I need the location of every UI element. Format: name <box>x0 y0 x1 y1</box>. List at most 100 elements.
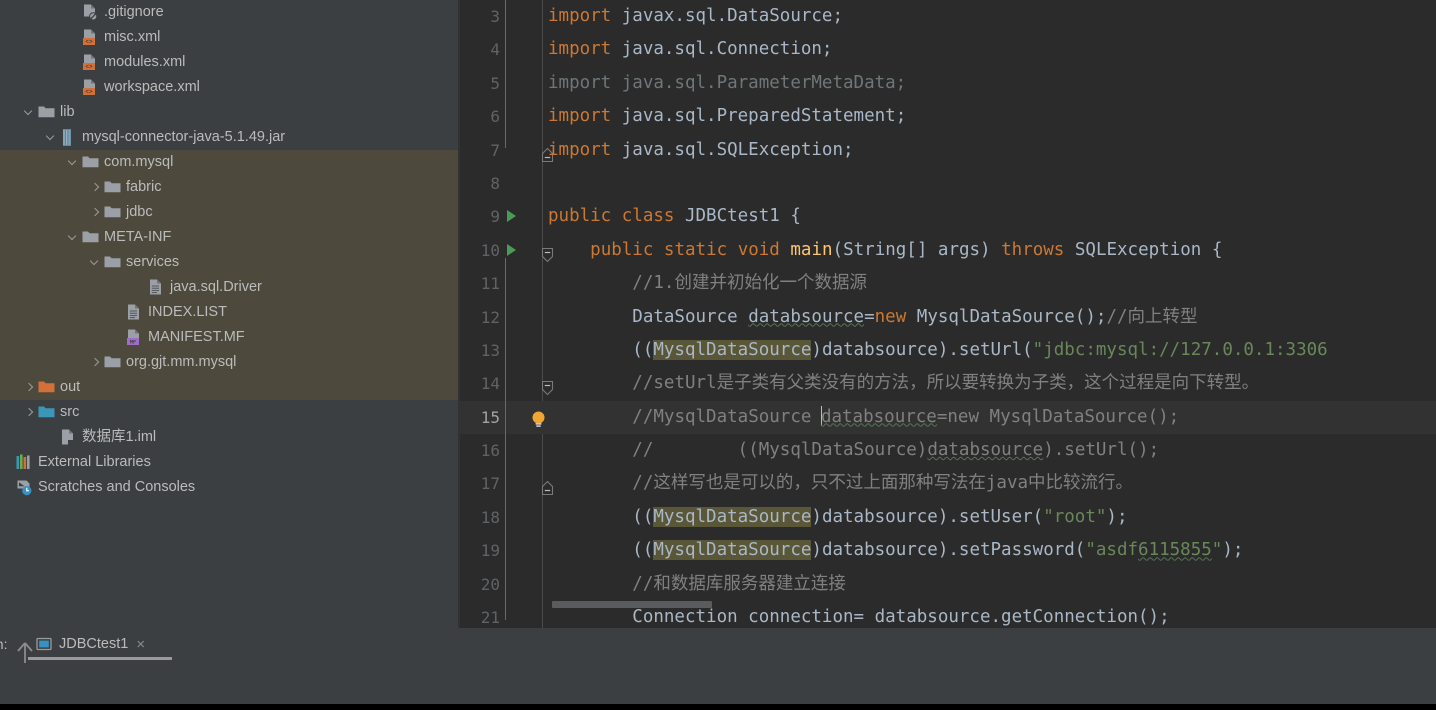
tree-item-label: .gitignore <box>104 4 164 20</box>
code-text: public class JDBCtest1 { <box>548 206 801 227</box>
code-line[interactable]: 14 //setUrl是子类有父类没有的方法，所以要转换为子类，这个过程是向下转… <box>460 367 1436 400</box>
tree-item-out[interactable]: out <box>0 375 460 400</box>
code-line[interactable]: 13 ((MysqlDataSource)databsource).setUrl… <box>460 334 1436 367</box>
code-text: // ((MysqlDataSource)databsource).setUrl… <box>632 440 1160 461</box>
line-number: 7 <box>490 140 500 160</box>
tree-item-index-list[interactable]: INDEX.LIST <box>0 300 460 325</box>
tree-item-manifest-mf[interactable]: MF MANIFEST.MF <box>0 325 460 350</box>
run-config-icon <box>36 636 52 652</box>
chevron-down-icon[interactable] <box>22 100 36 125</box>
code-line-current[interactable]: 15 //MysqlDataSource databsource=new Mys… <box>460 400 1436 435</box>
tree-item-label: External Libraries <box>38 454 151 470</box>
tree-item-label: META-INF <box>104 229 172 245</box>
chevron-right-icon[interactable] <box>22 400 36 425</box>
fold-guide-line <box>505 0 506 148</box>
chevron-down-icon[interactable] <box>88 250 102 275</box>
code-text: ((MysqlDataSource)databsource).setUser("… <box>548 506 1128 527</box>
line-number: 12 <box>480 307 500 327</box>
tree-item-modules-xml[interactable]: <> modules.xml <box>0 50 460 75</box>
tree-item-label: jdbc <box>126 204 153 220</box>
jar-file-icon <box>58 125 78 150</box>
code-line[interactable]: 19 ((MysqlDataSource)databsource).setPas… <box>460 534 1436 567</box>
run-tab-jdbctest1[interactable]: JDBCtest1 × <box>30 630 151 658</box>
tree-item-label: com.mysql <box>104 154 174 170</box>
tree-item-lib[interactable]: lib <box>0 100 460 125</box>
tree-item-label: fabric <box>126 179 162 195</box>
code-editor[interactable]: 3 import javax.sql.DataSource; 4 import jav… <box>460 0 1436 628</box>
svg-text:<>: <> <box>85 39 93 46</box>
tree-item-1-iml[interactable]: 数据库1.iml <box>0 425 460 450</box>
tree-item-com-mysql[interactable]: com.mysql <box>0 150 460 175</box>
chevron-down-icon[interactable] <box>66 150 80 175</box>
folder-icon <box>102 200 122 225</box>
code-line[interactable]: 20 //和数据库服务器建立连接 <box>460 568 1436 601</box>
code-line[interactable]: 5 import java.sql.ParameterMetaData; <box>460 67 1436 100</box>
code-line[interactable]: 17 //这样写也是可以的，只不过上面那种写法在java中比较流行。 <box>460 467 1436 500</box>
tree-item-src[interactable]: src <box>0 400 460 425</box>
libraries-icon <box>14 450 34 475</box>
tree-item-label: modules.xml <box>104 54 186 70</box>
scrollbar-thumb[interactable] <box>552 601 712 608</box>
tree-item-org-gjt-mm-mysql[interactable]: org.gjt.mm.mysql <box>0 350 460 375</box>
code-line[interactable]: 3 import javax.sql.DataSource; <box>460 0 1436 33</box>
tree-item-label: 数据库1.iml <box>82 429 157 445</box>
tree-item-gitignore[interactable]: .gitignore <box>0 0 460 25</box>
code-text: //1.创建并初始化一个数据源 <box>632 273 867 294</box>
code-line[interactable]: 6 import java.sql.PreparedStatement; <box>460 100 1436 133</box>
chevron-right-icon[interactable] <box>88 350 102 375</box>
code-line[interactable]: 16 // ((MysqlDataSource)databsource).set… <box>460 434 1436 467</box>
line-number: 14 <box>480 374 500 394</box>
tree-item-misc-xml[interactable]: <> misc.xml <box>0 25 460 50</box>
tree-item-scratches-and-consoles[interactable]: Scratches and Consoles <box>0 475 460 500</box>
run-gutter-icon[interactable] <box>507 210 516 223</box>
run-tab-label: JDBCtest1 <box>59 636 129 652</box>
code-line[interactable]: 4 import java.sql.Connection; <box>460 33 1436 66</box>
run-gutter-icon[interactable] <box>507 243 516 256</box>
folder-icon <box>102 350 122 375</box>
line-number: 20 <box>480 574 500 594</box>
tree-item-fabric[interactable]: fabric <box>0 175 460 200</box>
tree-item-label: src <box>60 404 80 420</box>
code-line[interactable]: 11 //1.创建并初始化一个数据源 <box>460 267 1436 300</box>
tree-item-services[interactable]: services <box>0 250 460 275</box>
editor-horizontal-scrollbar[interactable] <box>460 600 1436 608</box>
code-line[interactable]: 8 <box>460 167 1436 200</box>
chevron-down-icon[interactable] <box>66 225 80 250</box>
code-line[interactable]: 18 ((MysqlDataSource)databsource).setUse… <box>460 501 1436 534</box>
code-line[interactable]: 12 DataSource databsource=new MysqlDataS… <box>460 301 1436 334</box>
code-line[interactable]: 7 import java.sql.SQLException; <box>460 134 1436 167</box>
chevron-right-icon[interactable] <box>88 200 102 225</box>
tree-item-meta-inf[interactable]: META-INF <box>0 225 460 250</box>
tree-item-mysql-connector-java-5-1-49-jar[interactable]: mysql-connector-java-5.1.49.jar <box>0 125 460 150</box>
scratches-icon <box>14 475 34 500</box>
tree-item-workspace-xml[interactable]: <> workspace.xml <box>0 75 460 100</box>
tree-item-java-sql-driver[interactable]: java.sql.Driver <box>0 275 460 300</box>
tree-item-label: MANIFEST.MF <box>148 329 245 345</box>
project-file-tree[interactable]: .gitignore <> misc.xml <> modules.xml <> works… <box>0 0 460 628</box>
chevron-right-icon[interactable] <box>88 175 102 200</box>
chevron-down-icon[interactable] <box>44 125 58 150</box>
code-line[interactable]: 9 public class JDBCtest1 { <box>460 200 1436 233</box>
folder-icon <box>80 225 100 250</box>
line-number: 13 <box>480 340 500 360</box>
tree-item-label: INDEX.LIST <box>148 304 227 320</box>
tree-item-label: workspace.xml <box>104 79 200 95</box>
gutter-icons[interactable] <box>502 167 602 200</box>
line-number: 4 <box>490 40 500 60</box>
code-text: import java.sql.SQLException; <box>548 139 854 160</box>
tree-item-external-libraries[interactable]: External Libraries <box>0 450 460 475</box>
folder-orange-icon <box>36 375 56 400</box>
close-icon[interactable]: × <box>136 637 145 652</box>
line-number: 15 <box>480 407 500 427</box>
folder-icon <box>80 150 100 175</box>
line-number: 11 <box>480 274 500 294</box>
tree-item-jdbc[interactable]: jdbc <box>0 200 460 225</box>
chevron-right-icon[interactable] <box>22 375 36 400</box>
code-line[interactable]: 10 public static void main(String[] args… <box>460 234 1436 267</box>
run-label: un: <box>0 636 8 652</box>
